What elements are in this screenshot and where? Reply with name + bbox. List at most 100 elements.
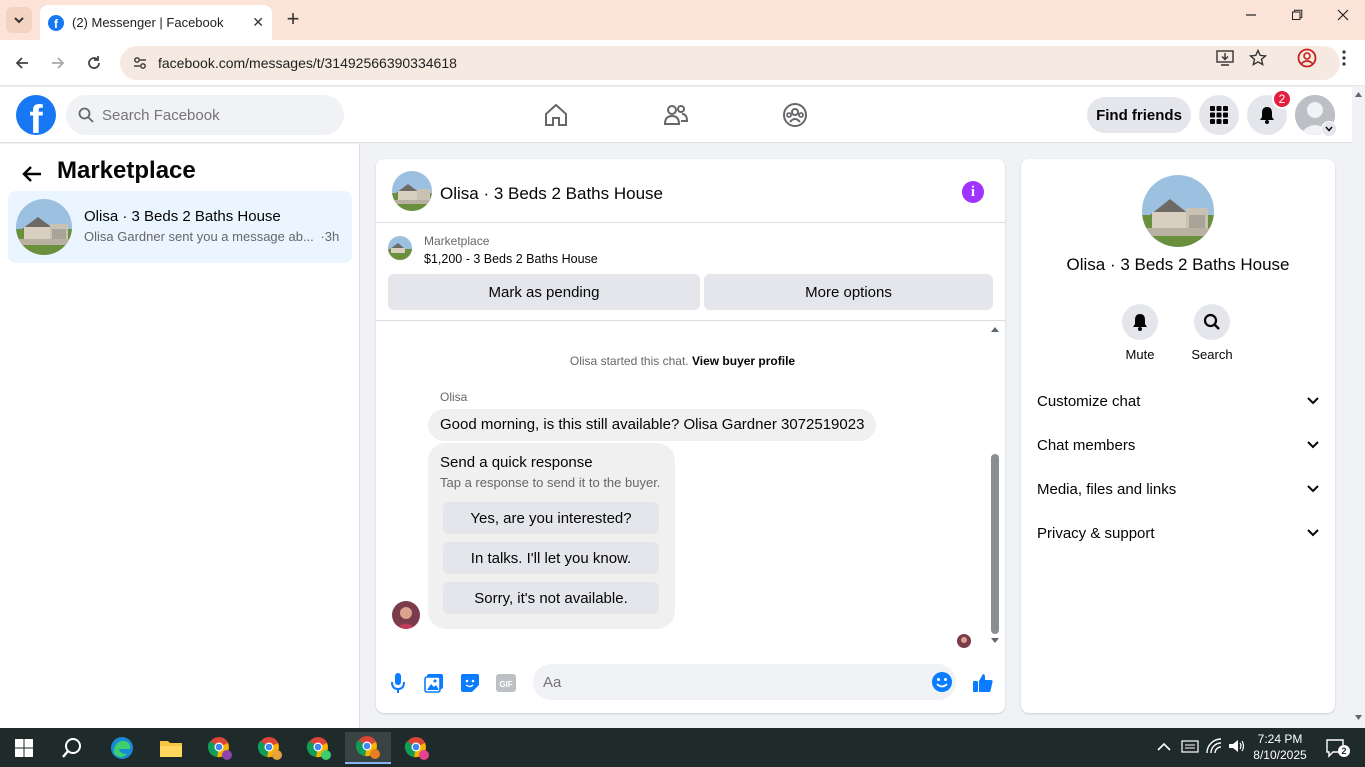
mute-action[interactable]: Mute — [1110, 304, 1170, 362]
sender-avatar[interactable] — [392, 601, 420, 629]
quick-response-title: Send a quick response — [440, 454, 593, 471]
emoji-icon[interactable] — [931, 671, 953, 693]
customize-chat-row[interactable]: Customize chat — [1029, 381, 1327, 421]
home-icon[interactable] — [540, 99, 572, 131]
notification-center-icon[interactable]: 2 — [1325, 737, 1350, 759]
facebook-favicon-icon: f — [48, 14, 64, 31]
media-files-links-row[interactable]: Media, files and links — [1029, 469, 1327, 509]
browser-tab[interactable]: f (2) Messenger | Facebook ✕ — [40, 5, 272, 40]
listing-thumbnail[interactable] — [388, 236, 412, 260]
tab-close-icon[interactable]: ✕ — [252, 14, 264, 31]
conversation-title: Olisa · 3 Beds 2 Baths House — [84, 208, 281, 225]
input-method-icon[interactable] — [1181, 738, 1199, 757]
facebook-search[interactable] — [66, 95, 344, 135]
quick-response-button[interactable]: In talks. I'll let you know. — [443, 542, 659, 574]
chat-scrollbar-thumb[interactable] — [991, 454, 999, 634]
facebook-top-nav: f Find friends — [0, 87, 1365, 143]
listing-source: Marketplace — [424, 234, 490, 248]
windows-start-icon[interactable] — [4, 732, 44, 764]
mark-as-pending-button[interactable]: Mark as pending — [388, 274, 700, 310]
edge-browser-icon[interactable] — [102, 732, 142, 764]
reload-icon[interactable] — [81, 50, 107, 76]
sticker-icon[interactable] — [458, 671, 482, 695]
conversation-preview-text: Olisa Gardner sent you a message ab... — [84, 229, 314, 244]
tray-chevron-up-icon[interactable] — [1157, 740, 1171, 755]
groups-icon[interactable] — [779, 99, 811, 131]
section-label: Chat members — [1037, 436, 1136, 454]
taskbar-search-icon[interactable] — [52, 732, 92, 764]
file-explorer-icon[interactable] — [151, 732, 191, 764]
quick-response-button[interactable]: Sorry, it's not available. — [443, 582, 659, 614]
new-tab-button[interactable]: + — [282, 8, 304, 30]
details-name: Olisa · 3 Beds 2 Baths House — [1066, 255, 1290, 274]
listing-title[interactable]: $1,200 - 3 Beds 2 Baths House — [424, 252, 598, 266]
section-label: Privacy & support — [1037, 524, 1155, 542]
quick-response-subtitle: Tap a response to send it to the buyer. — [440, 475, 661, 490]
thumbs-up-icon[interactable] — [971, 671, 995, 695]
conversation-time: ·3h — [320, 229, 340, 244]
facebook-search-input[interactable] — [102, 106, 322, 124]
back-arrow-icon[interactable] — [18, 160, 46, 188]
find-friends-button[interactable]: Find friends — [1087, 97, 1191, 133]
message-thread[interactable]: Olisa started this chat. View buyer prof… — [376, 322, 1005, 657]
bell-icon[interactable] — [1122, 304, 1158, 340]
quick-response-card: Send a quick response Tap a response to … — [428, 443, 675, 629]
message-input[interactable] — [543, 664, 913, 700]
system-message: Olisa started this chat. View buyer prof… — [376, 354, 989, 368]
facebook-logo-icon[interactable]: f — [16, 95, 56, 135]
chat-avatar[interactable] — [392, 171, 432, 211]
friends-icon[interactable] — [660, 99, 692, 131]
forward-icon[interactable] — [45, 50, 71, 76]
bookmark-star-icon[interactable] — [1247, 47, 1269, 69]
listing-banner: Marketplace $1,200 - 3 Beds 2 Baths Hous… — [376, 224, 1005, 321]
svg-text:GIF: GIF — [499, 680, 512, 689]
close-window-icon[interactable] — [1328, 8, 1358, 26]
chrome-profile-e-icon[interactable] — [397, 732, 437, 764]
message-bubble[interactable]: Good morning, is this still available? O… — [428, 409, 877, 441]
more-options-button[interactable]: More options — [704, 274, 993, 310]
url-text[interactable]: facebook.com/messages/t/3149256639033461… — [158, 55, 1340, 71]
tab-search-dropdown-icon[interactable] — [6, 7, 32, 33]
microphone-icon[interactable] — [386, 671, 410, 695]
install-app-icon[interactable] — [1214, 47, 1236, 69]
gif-icon[interactable]: GIF — [494, 671, 518, 695]
account-chevron-down-icon[interactable] — [1321, 121, 1337, 137]
system-clock[interactable]: 7:24 PM 8/10/2025 — [1240, 731, 1320, 763]
info-icon[interactable]: i — [962, 181, 984, 203]
chat-header: Olisa · 3 Beds 2 Baths House i — [376, 159, 1005, 223]
chat-scrollbar[interactable] — [989, 322, 1001, 652]
conversation-item[interactable]: Olisa · 3 Beds 2 Baths House Olisa Gardn… — [8, 191, 352, 263]
menu-grid-icon[interactable] — [1199, 95, 1239, 135]
wifi-icon[interactable] — [1205, 738, 1223, 757]
search-icon — [78, 107, 94, 123]
details-avatar[interactable] — [1142, 175, 1214, 247]
chrome-profile-b-icon[interactable] — [250, 732, 290, 764]
section-label: Customize chat — [1037, 392, 1141, 410]
photo-icon[interactable] — [422, 671, 446, 695]
search-action[interactable]: Search — [1182, 304, 1242, 362]
quick-response-button[interactable]: Yes, are you interested? — [443, 502, 659, 534]
chrome-profile-a-icon[interactable] — [200, 732, 240, 764]
panel-title: Marketplace — [57, 157, 196, 184]
notification-count-badge: 2 — [1272, 89, 1292, 109]
chat-title[interactable]: Olisa · 3 Beds 2 Baths House — [440, 184, 663, 204]
page-scrollbar[interactable] — [1352, 87, 1365, 728]
windows-taskbar: 7:24 PM 8/10/2025 2 — [0, 728, 1365, 767]
tab-title: (2) Messenger | Facebook — [72, 15, 224, 30]
address-bar-row: facebook.com/messages/t/3149256639033461… — [0, 40, 1365, 86]
sender-name: Olisa — [440, 390, 468, 404]
privacy-support-row[interactable]: Privacy & support — [1029, 513, 1327, 553]
view-buyer-profile-link[interactable]: View buyer profile — [692, 354, 795, 368]
chrome-profile-d-icon[interactable] — [345, 732, 391, 764]
chrome-profile-c-icon[interactable] — [299, 732, 339, 764]
mute-label: Mute — [1125, 347, 1155, 362]
omnibox[interactable]: facebook.com/messages/t/3149256639033461… — [120, 46, 1340, 80]
site-settings-icon[interactable] — [130, 53, 150, 73]
restore-icon[interactable] — [1282, 8, 1312, 26]
minimize-icon[interactable] — [1236, 8, 1266, 26]
profile-icon[interactable] — [1296, 47, 1318, 69]
chat-members-row[interactable]: Chat members — [1029, 425, 1327, 465]
back-icon[interactable] — [9, 50, 35, 76]
search-icon[interactable] — [1194, 304, 1230, 340]
browser-menu-icon[interactable] — [1333, 47, 1355, 69]
